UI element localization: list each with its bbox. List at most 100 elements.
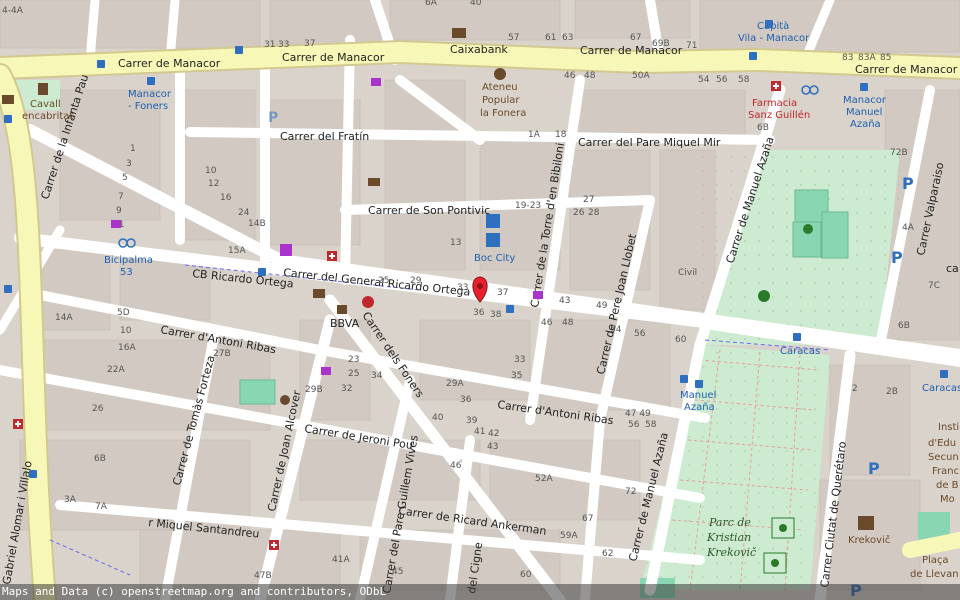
house-number: 43 — [487, 442, 498, 452]
house-number: 1A — [528, 130, 541, 140]
house-number: 40 — [432, 413, 444, 423]
house-number: 69B — [652, 39, 670, 49]
house-number: 63 — [562, 33, 573, 43]
poi-institut-5: de B — [936, 480, 959, 491]
poi-caracas: Caracas — [780, 346, 820, 357]
house-number: 29 — [410, 276, 422, 286]
house-number: 56 — [716, 75, 728, 85]
poi-civil: Civil — [678, 268, 697, 278]
house-number: 13 — [450, 238, 461, 248]
map-attribution: Maps and Data (c) openstreetmap.org and … — [0, 584, 960, 600]
house-number: 29B — [305, 385, 323, 395]
bus-stop-icon — [765, 20, 773, 28]
bus-stop-icon — [147, 77, 155, 85]
theatre-icon — [494, 68, 506, 80]
house-number: 10 — [120, 326, 132, 336]
bus-stop-icon — [4, 285, 12, 293]
poi-ateneu-3: la Fonera — [480, 108, 526, 119]
house-number: 38 — [490, 310, 502, 320]
poi-bicipalma-2: 53 — [120, 267, 133, 278]
poi-manuel-azana-stop-1: Manuel — [680, 390, 716, 401]
house-number: 12 — [208, 179, 219, 189]
house-number: 18 — [555, 130, 567, 140]
small-pitch — [239, 379, 276, 405]
house-number: 19-23 — [515, 201, 541, 211]
bank-icon — [2, 95, 14, 104]
parking-icon: P — [868, 459, 880, 478]
svg-text:P: P — [891, 248, 903, 267]
poi-caixabank: Caixabank — [450, 43, 508, 56]
parking-icon: P — [268, 110, 278, 126]
house-number: 2 — [852, 384, 858, 394]
house-number: 24 — [238, 208, 250, 218]
playground-icon — [763, 552, 787, 574]
house-number: 54 — [698, 75, 710, 85]
poi-institut-6: Mo — [940, 494, 955, 505]
house-number: 85 — [880, 53, 891, 63]
restaurant-icon — [362, 296, 374, 308]
house-number: 22A — [107, 365, 125, 375]
sculpture-icon — [38, 83, 48, 95]
house-number: 72 — [625, 487, 636, 497]
house-number: 35 — [511, 371, 522, 381]
house-number: 31 — [264, 40, 275, 50]
poi-cavall-2: encabritat — [22, 111, 73, 122]
house-number: 71 — [686, 41, 697, 51]
house-number: 36 — [473, 308, 485, 318]
poi-manacor-azana-2: Manuel — [846, 107, 882, 118]
label-son-pontivic: Carrer de Son Pontivic — [368, 204, 490, 217]
house-number: 62 — [602, 549, 613, 559]
house-number: 33 — [457, 283, 468, 293]
poi-manacor-foners-2: - Foners — [128, 101, 168, 112]
house-number: 1 — [130, 144, 136, 154]
house-number: 23 — [348, 355, 359, 365]
house-number: 3 — [126, 159, 132, 169]
museum-icon — [858, 516, 874, 530]
poi-manuel-azana-stop-2: Azaña — [684, 402, 715, 413]
house-number: 6B — [94, 454, 106, 464]
house-number: 50A — [632, 71, 650, 81]
house-number: 56 — [628, 420, 640, 430]
bus-stop-icon — [29, 470, 37, 478]
poi-ateneu-1: Ateneu — [482, 82, 518, 93]
house-number: 47B — [254, 571, 272, 581]
house-number: 52A — [535, 474, 553, 484]
house-number: 45 — [392, 567, 403, 577]
house-number: 56 — [634, 329, 646, 339]
house-number: 49 — [596, 301, 608, 311]
poi-institut-2: d'Edu — [928, 438, 956, 449]
map-layer: Carrer de Manacor Carrer de Manacor Carr… — [0, 0, 960, 600]
bank-icon — [313, 289, 325, 298]
map-canvas[interactable]: Carrer de Manacor Carrer de Manacor Carr… — [0, 0, 960, 600]
house-number: 83A — [858, 53, 876, 63]
bank-icon — [452, 28, 466, 38]
house-number: 6A — [425, 0, 438, 8]
house-number: 48 — [562, 318, 574, 328]
house-number: 37 — [304, 39, 315, 49]
poi-bbva: BBVA — [330, 317, 360, 330]
poi-boc-city: Boc City — [474, 253, 515, 264]
house-number: 67 — [582, 514, 593, 524]
bus-stop-icon — [506, 305, 514, 313]
playground-icon — [280, 395, 290, 405]
house-number: 3A — [64, 495, 77, 505]
poi-institut-1: Insti — [938, 422, 959, 433]
poi-manacor-foners-1: Manacor — [128, 89, 172, 100]
playground-icon — [771, 517, 795, 539]
house-number: 33 — [278, 40, 289, 50]
house-number: 59A — [560, 531, 578, 541]
house-number: 47 49 — [625, 409, 651, 419]
house-number: 41A — [332, 555, 350, 565]
bus-stop-icon — [695, 380, 703, 388]
svg-text:P: P — [868, 459, 880, 478]
house-number: 26 — [573, 208, 585, 218]
park-label-3: Krekovič — [706, 546, 757, 559]
house-number: 27B — [213, 349, 231, 359]
poi-cavall-1: Cavall — [30, 99, 61, 110]
label-manacor-2: Carrer de Manacor — [282, 51, 385, 64]
house-number: 28 — [588, 208, 600, 218]
parking-icon: P — [902, 174, 914, 193]
bus-stop-icon — [940, 370, 948, 378]
house-number: 26 — [92, 404, 104, 414]
house-number: 4-4A — [2, 6, 24, 16]
